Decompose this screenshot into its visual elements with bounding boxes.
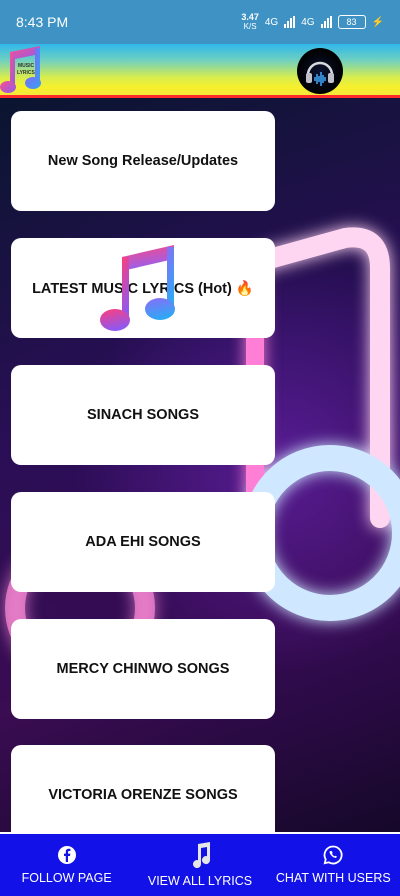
logo-text-music: MUSIC bbox=[18, 63, 35, 69]
app-header: MUSIC LYRICS bbox=[0, 44, 400, 98]
signal-icon bbox=[284, 16, 296, 28]
network-speed-value: 3.47 bbox=[241, 12, 259, 22]
nav-chat-with-users[interactable]: CHAT WITH USERS bbox=[267, 834, 400, 896]
menu-item-sinach-songs[interactable]: SINACH SONGS bbox=[11, 365, 275, 465]
menu-item-new-song-release[interactable]: New Song Release/Updates bbox=[11, 111, 275, 211]
facebook-icon bbox=[57, 845, 77, 865]
music-note-icon bbox=[188, 842, 212, 868]
menu-item-ada-ehi-songs[interactable]: ADA EHI SONGS bbox=[11, 492, 275, 592]
avatar[interactable] bbox=[297, 48, 343, 94]
network-type-1: 4G bbox=[264, 16, 279, 28]
nav-follow-page[interactable]: FOLLOW PAGE bbox=[0, 834, 133, 896]
logo-text-lyrics: LYRICS bbox=[17, 70, 36, 76]
whatsapp-icon bbox=[323, 845, 343, 865]
music-lyrics-logo: MUSIC LYRICS bbox=[0, 46, 41, 93]
music-note-logo bbox=[100, 245, 175, 331]
nav-follow-page-label: FOLLOW PAGE bbox=[21, 871, 112, 885]
nav-view-all-lyrics-label: VIEW ALL LYRICS bbox=[147, 874, 253, 888]
signal-icon-2 bbox=[320, 16, 332, 28]
nav-chat-with-users-label: CHAT WITH USERS bbox=[275, 871, 391, 885]
charging-icon: ⚡ bbox=[371, 16, 384, 28]
status-time: 8:43 PM bbox=[16, 14, 69, 30]
network-speed-unit: K/S bbox=[243, 22, 257, 31]
bottom-nav: FOLLOW PAGE VIEW ALL LYRICS CHAT WITH US… bbox=[0, 832, 400, 896]
battery-icon: 83 bbox=[337, 15, 366, 29]
menu-item-victoria-orenze-songs[interactable]: VICTORIA ORENZE SONGS bbox=[11, 745, 275, 845]
menu-item-mercy-chinwo-songs[interactable]: MERCY CHINWO SONGS bbox=[11, 619, 275, 719]
status-indicators: 3.47 K/S 4G 4G 83 ⚡ bbox=[241, 12, 384, 32]
network-speed: 3.47 K/S bbox=[241, 12, 259, 32]
network-type-2: 4G bbox=[301, 16, 315, 28]
status-bar: 8:43 PM 3.47 K/S 4G 4G 83 ⚡ bbox=[0, 0, 400, 44]
headphones-icon bbox=[306, 61, 334, 86]
nav-view-all-lyrics[interactable]: VIEW ALL LYRICS bbox=[133, 834, 266, 896]
